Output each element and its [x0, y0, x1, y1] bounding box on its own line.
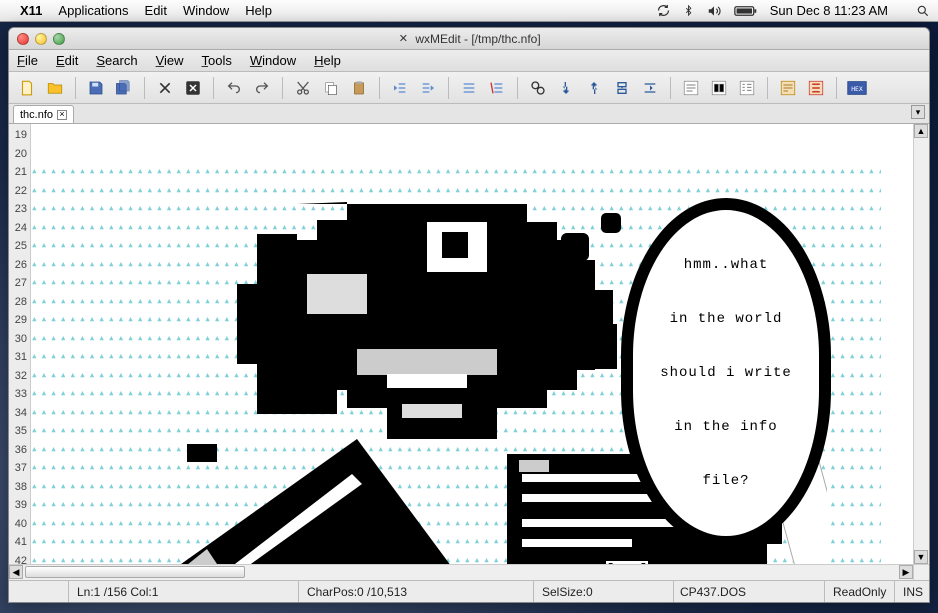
minimize-window-button[interactable] [35, 33, 47, 45]
osx-menu-app[interactable]: X11 [20, 3, 42, 18]
menu-edit[interactable]: Edit [56, 53, 78, 68]
osx-menu-applications[interactable]: Applications [58, 3, 128, 18]
sync-icon[interactable] [656, 3, 671, 18]
volume-icon[interactable] [706, 4, 722, 18]
bubble-line-2: in the world [647, 310, 805, 328]
find-prev-button[interactable] [582, 76, 606, 100]
scroll-up-button[interactable]: ▲ [914, 124, 928, 138]
save-button[interactable] [84, 76, 108, 100]
bluetooth-icon[interactable] [683, 3, 694, 18]
column-mode-button[interactable] [707, 76, 731, 100]
zoom-window-button[interactable] [53, 33, 65, 45]
bubble-line-1: hmm..what [647, 256, 805, 274]
comment-button[interactable] [457, 76, 481, 100]
spotlight-icon[interactable] [916, 4, 930, 18]
app-window: ✕ wxMEdit - [/tmp/thc.nfo] File Edit Sea… [8, 27, 930, 603]
replace-button[interactable] [610, 76, 634, 100]
app-x-icon: ✕ [397, 33, 409, 45]
hex-mode-button[interactable] [735, 76, 759, 100]
indent-right-button[interactable] [416, 76, 440, 100]
status-readonly: ReadOnly [825, 581, 895, 602]
goto-button[interactable] [638, 76, 662, 100]
status-encoding: CP437.DOS [674, 581, 825, 602]
new-file-button[interactable] [15, 76, 39, 100]
close-all-button[interactable] [181, 76, 205, 100]
bubble-line-4: in the info [647, 418, 805, 436]
paste-button[interactable] [347, 76, 371, 100]
toolbar: HEX [9, 72, 929, 104]
status-empty [9, 581, 69, 602]
find-next-button[interactable] [554, 76, 578, 100]
editor-content[interactable]: ▴▴▴▴▴▴▴▴▴▴▴▴▴▴▴▴▴▴▴▴▴▴▴▴▴▴▴▴▴▴▴▴▴▴▴▴▴▴▴▴… [31, 124, 913, 564]
thought-bubble: hmm..what in the world should i write in… [621, 161, 831, 564]
scroll-down-button[interactable]: ▼ [914, 550, 928, 564]
menu-window[interactable]: Window [250, 53, 296, 68]
hex-view-button[interactable]: HEX [845, 76, 869, 100]
tab-thc-nfo[interactable]: thc.nfo × [13, 105, 74, 123]
status-position: Ln:1 /156 Col:1 [69, 581, 299, 602]
status-insert: INS [895, 581, 929, 602]
horizontal-scrollbar[interactable]: ◀ ▶ [9, 564, 929, 580]
window-controls [17, 33, 65, 45]
menu-help[interactable]: Help [314, 53, 341, 68]
menu-tools[interactable]: Tools [202, 53, 232, 68]
window-title: wxMEdit - [/tmp/thc.nfo] [415, 32, 540, 46]
osx-menu-edit[interactable]: Edit [145, 3, 167, 18]
tab-strip: thc.nfo × ▾ [9, 104, 929, 124]
osx-menu-help[interactable]: Help [245, 3, 272, 18]
undo-button[interactable] [222, 76, 246, 100]
open-file-button[interactable] [43, 76, 67, 100]
bubble-line-5: file? [647, 472, 805, 490]
vertical-scrollbar[interactable]: ▲ ▼ [913, 124, 929, 564]
status-charpos: CharPos:0 /10,513 [299, 581, 534, 602]
text-mode-button[interactable] [679, 76, 703, 100]
osx-menu-window[interactable]: Window [183, 3, 229, 18]
close-window-button[interactable] [17, 33, 29, 45]
thought-dots [561, 213, 627, 287]
svg-text:HEX: HEX [851, 84, 863, 92]
bubble-line-3: should i write [647, 364, 805, 382]
menu-file[interactable]: File [17, 53, 38, 68]
hscroll-thumb[interactable] [25, 566, 245, 578]
indent-left-button[interactable] [388, 76, 412, 100]
status-selsize: SelSize:0 [534, 581, 674, 602]
save-all-button[interactable] [112, 76, 136, 100]
uncomment-button[interactable] [485, 76, 509, 100]
osx-clock[interactable]: Sun Dec 8 11:23 AM [770, 3, 888, 18]
find-button[interactable] [526, 76, 550, 100]
cut-button[interactable] [291, 76, 315, 100]
scroll-left-button[interactable]: ◀ [9, 565, 23, 579]
menu-search[interactable]: Search [96, 53, 137, 68]
status-bar: Ln:1 /156 Col:1 CharPos:0 /10,513 SelSiz… [9, 580, 929, 602]
tab-close-icon[interactable]: × [57, 110, 67, 120]
editor-area: 1920212223242526272829303132333435363738… [9, 124, 929, 564]
app-menubar: File Edit Search View Tools Window Help [9, 50, 929, 72]
tab-label: thc.nfo [20, 109, 53, 121]
battery-icon[interactable] [734, 5, 758, 17]
menu-view[interactable]: View [156, 53, 184, 68]
tab-collapse-button[interactable]: ▾ [911, 105, 925, 119]
copy-button[interactable] [319, 76, 343, 100]
word-wrap-button[interactable] [776, 76, 800, 100]
titlebar: ✕ wxMEdit - [/tmp/thc.nfo] [9, 28, 929, 50]
osx-menubar: X11 Applications Edit Window Help Sun De… [0, 0, 938, 22]
show-symbols-button[interactable] [804, 76, 828, 100]
line-gutter: 1920212223242526272829303132333435363738… [9, 124, 31, 564]
redo-button[interactable] [250, 76, 274, 100]
close-file-button[interactable] [153, 76, 177, 100]
scroll-right-button[interactable]: ▶ [899, 565, 913, 579]
